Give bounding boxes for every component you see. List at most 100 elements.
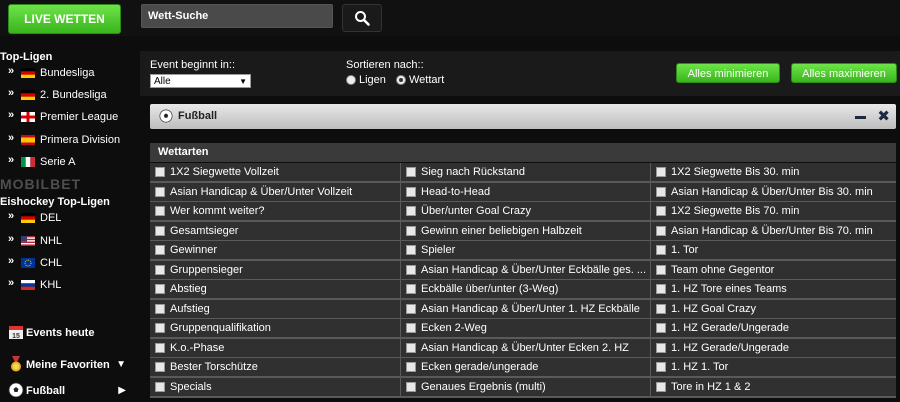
- checkbox[interactable]: [656, 265, 666, 275]
- football-panel-header[interactable]: Fußball ✖: [150, 104, 896, 129]
- bet-type-option[interactable]: Gruppensieger: [150, 261, 400, 279]
- checkbox[interactable]: [155, 167, 165, 177]
- bet-type-option[interactable]: Ecken gerade/ungerade: [401, 358, 650, 376]
- sidebar-item-premier-league[interactable]: » Premier League: [8, 109, 138, 127]
- bet-type-option[interactable]: Asian Handicap & Über/Unter Bis 70. min: [651, 222, 896, 240]
- bet-type-option[interactable]: 1. HZ Gerade/Ungerade: [651, 339, 896, 357]
- caret-down-icon: ▼: [116, 359, 126, 370]
- close-icon[interactable]: ✖: [877, 107, 890, 125]
- sidebar-item-chl[interactable]: » CHL: [8, 255, 138, 273]
- bet-type-option[interactable]: Asian Handicap & Über/Unter Eckbälle ges…: [401, 261, 650, 279]
- bet-type-option[interactable]: Gruppenqualifikation: [150, 319, 400, 337]
- bet-type-option[interactable]: Über/unter Goal Crazy: [401, 202, 650, 220]
- checkbox[interactable]: [155, 206, 165, 216]
- live-betting-button[interactable]: LIVE WETTEN: [8, 4, 121, 34]
- checkbox[interactable]: [155, 382, 165, 392]
- checkbox[interactable]: [656, 284, 666, 294]
- bet-type-option[interactable]: Wer kommt weiter?: [150, 202, 400, 220]
- bet-type-label: Specials: [170, 381, 212, 393]
- checkbox[interactable]: [406, 187, 416, 197]
- checkbox[interactable]: [406, 284, 416, 294]
- sidebar-item-primera-division[interactable]: » Primera Division: [8, 132, 138, 150]
- sidebar-item-serie-a[interactable]: » Serie A: [8, 154, 138, 172]
- bet-type-option[interactable]: Gewinner: [150, 241, 400, 259]
- maximize-all-button[interactable]: Alles maximieren: [791, 63, 897, 83]
- sidebar-football[interactable]: Fußball ▶: [8, 382, 138, 402]
- germany-flag-icon: [21, 213, 35, 223]
- bet-type-option[interactable]: Eckbälle über/unter (3-Weg): [401, 280, 650, 298]
- bet-type-option[interactable]: 1X2 Siegwette Bis 70. min: [651, 202, 896, 220]
- bet-type-option[interactable]: Head-to-Head: [401, 183, 650, 201]
- checkbox[interactable]: [155, 343, 165, 353]
- checkbox[interactable]: [155, 362, 165, 372]
- calendar-icon: 15: [9, 326, 23, 340]
- checkbox[interactable]: [155, 245, 165, 255]
- checkbox[interactable]: [406, 265, 416, 275]
- checkbox[interactable]: [155, 265, 165, 275]
- bet-search-input[interactable]: Wett-Suche: [141, 4, 333, 28]
- checkbox[interactable]: [406, 304, 416, 314]
- checkbox[interactable]: [406, 323, 416, 333]
- bet-type-option[interactable]: Sieg nach Rückstand: [401, 163, 650, 181]
- bet-type-option[interactable]: Gewinn einer beliebigen Halbzeit: [401, 222, 650, 240]
- checkbox[interactable]: [155, 304, 165, 314]
- bet-type-option[interactable]: Gesamtsieger: [150, 222, 400, 240]
- event-start-select[interactable]: Alle ▼: [150, 74, 251, 88]
- checkbox[interactable]: [406, 226, 416, 236]
- bet-type-option[interactable]: K.o.-Phase: [150, 339, 400, 357]
- minimize-icon[interactable]: [855, 116, 866, 119]
- checkbox[interactable]: [155, 323, 165, 333]
- bet-type-option[interactable]: Asian Handicap & Über/Unter Vollzeit: [150, 183, 400, 201]
- bet-type-option[interactable]: Tore in HZ 1 & 2: [651, 378, 896, 396]
- checkbox[interactable]: [656, 245, 666, 255]
- checkbox[interactable]: [656, 206, 666, 216]
- checkbox[interactable]: [406, 382, 416, 392]
- sidebar-favorites[interactable]: Meine Favoriten ▼: [8, 356, 138, 376]
- checkbox[interactable]: [656, 167, 666, 177]
- checkbox[interactable]: [656, 382, 666, 392]
- bet-type-option[interactable]: Aufstieg: [150, 300, 400, 318]
- bet-type-option[interactable]: 1. HZ Tore eines Teams: [651, 280, 896, 298]
- sidebar-events-today[interactable]: 15 Events heute: [8, 324, 138, 344]
- bet-type-option[interactable]: 1. HZ Gerade/Ungerade: [651, 319, 896, 337]
- bet-type-option[interactable]: 1. HZ Goal Crazy: [651, 300, 896, 318]
- checkbox[interactable]: [155, 284, 165, 294]
- checkbox[interactable]: [656, 323, 666, 333]
- sidebar-item-bundesliga[interactable]: » Bundesliga: [8, 65, 138, 83]
- bet-type-option[interactable]: 1. Tor: [651, 241, 896, 259]
- bet-type-option[interactable]: Bester Torschütze: [150, 358, 400, 376]
- bet-type-option[interactable]: Specials: [150, 378, 400, 396]
- caret-right-icon: ▶: [118, 385, 126, 396]
- checkbox[interactable]: [406, 245, 416, 255]
- checkbox[interactable]: [656, 362, 666, 372]
- bet-type-option[interactable]: 1X2 Siegwette Vollzeit: [150, 163, 400, 181]
- sidebar-item-nhl[interactable]: » NHL: [8, 233, 138, 251]
- bet-type-option[interactable]: 1. HZ 1. Tor: [651, 358, 896, 376]
- checkbox[interactable]: [406, 167, 416, 177]
- checkbox[interactable]: [656, 304, 666, 314]
- checkbox[interactable]: [155, 187, 165, 197]
- bet-type-option[interactable]: Genaues Ergebnis (multi): [401, 378, 650, 396]
- checkbox[interactable]: [656, 343, 666, 353]
- sidebar-item-khl[interactable]: » KHL: [8, 277, 138, 295]
- checkbox[interactable]: [406, 206, 416, 216]
- bet-type-option[interactable]: Spieler: [401, 241, 650, 259]
- checkbox[interactable]: [155, 226, 165, 236]
- sidebar-item-del[interactable]: » DEL: [8, 210, 138, 228]
- bet-type-option[interactable]: Ecken 2-Weg: [401, 319, 650, 337]
- checkbox[interactable]: [406, 362, 416, 372]
- sidebar-item-2-bundesliga[interactable]: » 2. Bundesliga: [8, 87, 138, 105]
- checkbox[interactable]: [406, 343, 416, 353]
- bet-type-option[interactable]: 1X2 Siegwette Bis 30. min: [651, 163, 896, 181]
- bet-type-label: Asian Handicap & Über/Unter Ecken 2. HZ: [421, 342, 629, 354]
- checkbox[interactable]: [656, 226, 666, 236]
- checkbox[interactable]: [656, 187, 666, 197]
- bet-type-option[interactable]: Team ohne Gegentor: [651, 261, 896, 279]
- bet-type-label: Ecken gerade/ungerade: [421, 361, 539, 373]
- minimize-all-button[interactable]: Alles minimieren: [676, 63, 780, 83]
- search-button[interactable]: [342, 4, 382, 32]
- bet-type-option[interactable]: Asian Handicap & Über/Unter Bis 30. min: [651, 183, 896, 201]
- bet-type-option[interactable]: Asian Handicap & Über/Unter Ecken 2. HZ: [401, 339, 650, 357]
- bet-type-option[interactable]: Asian Handicap & Über/Unter 1. HZ Eckbäl…: [401, 300, 650, 318]
- bet-type-option[interactable]: Abstieg: [150, 280, 400, 298]
